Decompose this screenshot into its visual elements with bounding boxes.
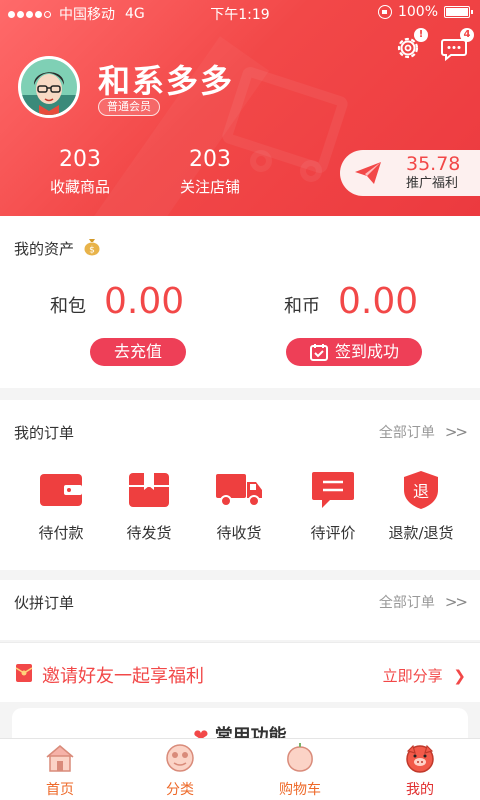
checkin-button[interactable]: 签到成功 bbox=[286, 338, 422, 366]
my-orders-section: 我的订单 全部订单 >> 待付款 待发货 待收货 待评价 退 退款/退货 bbox=[0, 400, 480, 570]
favorites-label: 收藏商品 bbox=[49, 178, 110, 196]
messages-button[interactable]: 4 bbox=[440, 28, 474, 64]
my-assets-section: 我的资产 $ 和包 0.00 去充值 和币 0.00 签到成功 bbox=[0, 216, 480, 388]
order-refund-return[interactable]: 退 退款/退货 bbox=[376, 470, 466, 543]
profile-header: 中国移动 4G 下午1:19 100% ! 4 和系多多 普通会员 203 收藏… bbox=[0, 0, 480, 216]
pending-payment-label: 待付款 bbox=[38, 524, 84, 542]
header-decoration bbox=[300, 160, 322, 182]
member-level-badge: 普通会员 bbox=[98, 98, 160, 116]
status-right: 100% bbox=[377, 4, 473, 20]
orientation-lock-icon bbox=[377, 5, 392, 19]
share-now-link[interactable]: 立即分享 ❯ bbox=[383, 665, 466, 686]
recharge-label: 去充值 bbox=[113, 342, 162, 361]
favorites-stat[interactable]: 203 收藏商品 bbox=[20, 146, 140, 198]
svg-text:退: 退 bbox=[413, 482, 429, 501]
order-pending-payment[interactable]: 待付款 bbox=[16, 470, 106, 543]
hebi-balance: 0.00 bbox=[338, 281, 419, 322]
order-pending-shipment[interactable]: 待发货 bbox=[104, 470, 194, 543]
avatar-illustration bbox=[21, 59, 77, 115]
double-chevron-right-icon: >> bbox=[444, 423, 468, 441]
chevron-right-icon: ❯ bbox=[453, 667, 466, 685]
category-icon bbox=[166, 744, 194, 772]
orders-title: 我的订单 bbox=[14, 424, 75, 442]
calendar-check-icon bbox=[309, 344, 328, 361]
comment-icon bbox=[312, 472, 354, 508]
group-orders-title: 伙拼订单 bbox=[14, 594, 75, 612]
money-bag-icon: $ bbox=[84, 239, 100, 256]
tab-profile-label: 我的 bbox=[406, 782, 434, 798]
truck-icon bbox=[216, 474, 262, 507]
profile-icon bbox=[406, 744, 434, 773]
all-group-orders-link[interactable]: 全部订单 >> bbox=[378, 592, 468, 612]
followed-shops-stat[interactable]: 203 关注店铺 bbox=[150, 146, 270, 198]
invite-text: 邀请好友一起享福利 bbox=[42, 666, 204, 687]
order-pending-review[interactable]: 待评价 bbox=[288, 470, 378, 543]
tab-category[interactable]: 分类 bbox=[120, 743, 240, 799]
recharge-button[interactable]: 去充值 bbox=[90, 338, 186, 366]
all-orders-label: 全部订单 bbox=[378, 425, 435, 441]
package-icon bbox=[129, 473, 169, 507]
promotion-amount: 35.78 bbox=[406, 153, 461, 175]
battery-percent: 100% bbox=[397, 4, 438, 20]
pending-receipt-label: 待收货 bbox=[216, 524, 262, 542]
all-group-orders-label: 全部订单 bbox=[378, 595, 435, 611]
refund-shield-icon: 退 bbox=[404, 471, 438, 509]
cart-icon bbox=[287, 743, 313, 772]
assets-title: 我的资产 bbox=[14, 240, 75, 258]
username: 和系多多 bbox=[98, 62, 235, 100]
refund-return-label: 退款/退货 bbox=[388, 524, 454, 542]
invite-friends-banner[interactable]: 邀请好友一起享福利 立即分享 ❯ bbox=[0, 642, 480, 702]
favorites-count: 203 bbox=[59, 147, 101, 172]
status-bar: 中国移动 4G 下午1:19 100% bbox=[0, 0, 480, 26]
order-pending-receipt[interactable]: 待收货 bbox=[194, 470, 284, 543]
paper-plane-icon bbox=[355, 162, 381, 184]
followed-shops-label: 关注店铺 bbox=[179, 178, 240, 196]
promotion-label: 推广福利 bbox=[406, 176, 459, 191]
pending-shipment-label: 待发货 bbox=[126, 524, 172, 542]
bottom-tab-bar: 首页 分类 购物车 我的 bbox=[0, 738, 480, 800]
wallet-icon bbox=[40, 474, 82, 506]
avatar[interactable] bbox=[18, 56, 80, 118]
tab-home-label: 首页 bbox=[46, 782, 74, 798]
hebao-label: 和包 bbox=[50, 296, 86, 317]
tab-profile[interactable]: 我的 bbox=[360, 743, 480, 799]
promotion-rewards[interactable]: 35.78 推广福利 bbox=[340, 150, 480, 196]
svg-text:$: $ bbox=[89, 246, 95, 256]
battery-icon bbox=[444, 6, 473, 18]
group-orders-section: 伙拼订单 全部订单 >> bbox=[0, 580, 480, 640]
home-icon bbox=[46, 745, 74, 772]
hebao-balance: 0.00 bbox=[104, 281, 185, 322]
messages-badge: 4 bbox=[460, 28, 474, 42]
hebi-label: 和币 bbox=[284, 296, 320, 317]
red-envelope-icon bbox=[15, 664, 33, 682]
tab-home[interactable]: 首页 bbox=[0, 743, 120, 799]
tab-category-label: 分类 bbox=[166, 782, 194, 798]
settings-badge: ! bbox=[414, 28, 428, 42]
settings-button[interactable]: ! bbox=[394, 28, 428, 64]
pending-review-label: 待评价 bbox=[310, 524, 356, 542]
share-now-label: 立即分享 bbox=[382, 667, 443, 685]
followed-shops-count: 203 bbox=[189, 147, 231, 172]
checkin-label: 签到成功 bbox=[334, 342, 399, 361]
double-chevron-right-icon: >> bbox=[444, 593, 468, 611]
all-orders-link[interactable]: 全部订单 >> bbox=[378, 422, 468, 442]
tab-cart-label: 购物车 bbox=[279, 782, 321, 798]
tab-cart[interactable]: 购物车 bbox=[240, 743, 360, 799]
